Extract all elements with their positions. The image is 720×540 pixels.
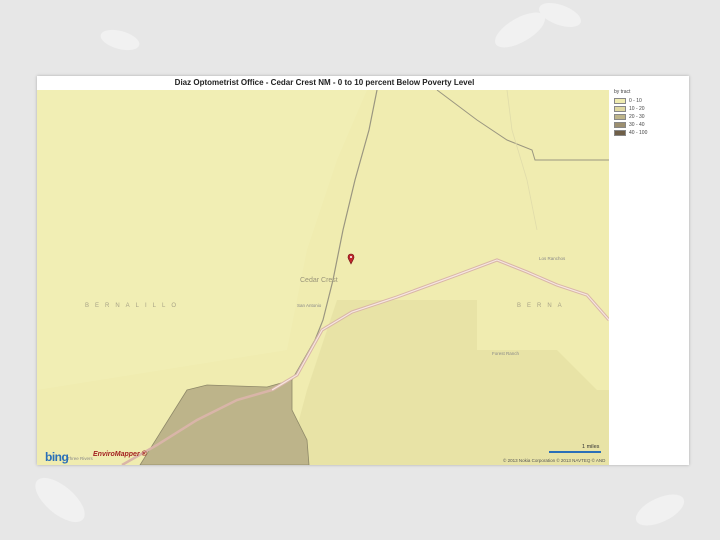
place-three-rivers[interactable]: Three Rivers xyxy=(67,456,94,461)
map-panel: Diaz Optometrist Office - Cedar Crest NM… xyxy=(37,76,689,465)
legend: by tract 0 - 10 10 - 20 20 - 30 30 - 40 … xyxy=(614,88,674,137)
legend-item: 40 - 100 xyxy=(614,129,674,137)
legend-swatch xyxy=(614,122,626,128)
scale-bar xyxy=(549,451,601,453)
legend-item: 0 - 10 xyxy=(614,97,674,105)
legend-swatch xyxy=(614,98,626,104)
legend-swatch xyxy=(614,114,626,120)
legend-swatch xyxy=(614,106,626,112)
legend-label: 0 - 10 xyxy=(629,98,642,104)
county-label-west: BERNALILLO xyxy=(85,303,182,309)
legend-title: by tract xyxy=(614,89,631,95)
place-cedar-crest[interactable]: Cedar Crest xyxy=(300,277,338,284)
legend-label: 30 - 40 xyxy=(629,122,645,128)
map-canvas[interactable]: Cedar Crest San Antonio BERNALILLO BERNA… xyxy=(37,90,609,465)
bing-logo: bing xyxy=(45,450,69,464)
legend-item: 30 - 40 xyxy=(614,121,674,129)
legend-item: 10 - 20 xyxy=(614,105,674,113)
place-forest-ranch[interactable]: Forest Ranch xyxy=(492,351,520,356)
county-label-east: BERNA xyxy=(517,303,568,309)
scale-label: 1 miles xyxy=(582,444,600,450)
legend-swatch xyxy=(614,130,626,136)
legend-label: 40 - 100 xyxy=(629,130,648,136)
legend-label: 20 - 30 xyxy=(629,114,645,120)
map-copyright: © 2013 Nokia Corporation © 2013 NAVTEQ ©… xyxy=(503,458,606,463)
enviromapper-logo: EnviroMapper ® xyxy=(93,451,147,458)
legend-item: 20 - 30 xyxy=(614,113,674,121)
map-title: Diaz Optometrist Office - Cedar Crest NM… xyxy=(174,78,475,87)
legend-label: 10 - 20 xyxy=(629,106,645,112)
place-los-ranchos[interactable]: Los Ranchos xyxy=(539,256,566,261)
place-san-antonio[interactable]: San Antonio xyxy=(297,303,322,308)
